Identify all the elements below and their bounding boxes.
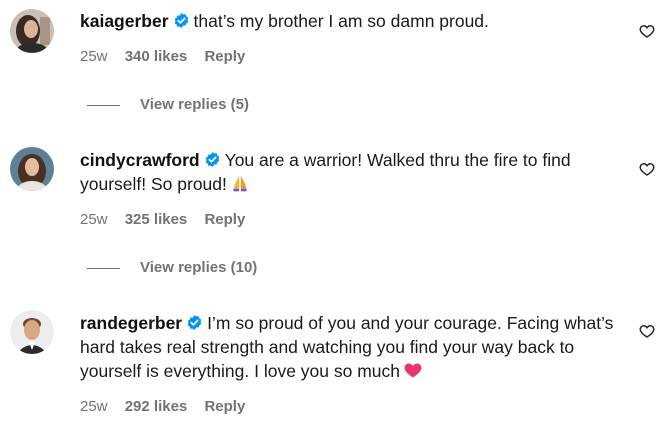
verified-badge-icon bbox=[174, 13, 188, 28]
comment-text: that’s my brother I am so damn proud. bbox=[193, 11, 489, 31]
view-replies-label: View replies (10) bbox=[140, 259, 258, 276]
heart-outline-icon[interactable] bbox=[639, 23, 655, 39]
comment-meta: 25w 340 likes Reply bbox=[80, 48, 258, 65]
divider-line bbox=[87, 104, 120, 106]
username[interactable]: cindycrawford bbox=[80, 150, 200, 170]
view-replies-button[interactable]: View replies (10) bbox=[87, 259, 257, 276]
pink-heart-emoji bbox=[404, 363, 422, 378]
verified-badge-icon bbox=[187, 315, 202, 330]
likes-count[interactable]: 325 likes bbox=[125, 211, 188, 228]
comment-time: 25w bbox=[80, 398, 108, 415]
view-replies-label: View replies (5) bbox=[140, 96, 249, 113]
avatar-kaiagerber-icon[interactable] bbox=[10, 9, 54, 53]
likes-count[interactable]: 292 likes bbox=[125, 398, 188, 415]
username[interactable]: kaiagerber bbox=[80, 11, 169, 31]
divider-line bbox=[87, 267, 120, 269]
reply-button[interactable]: Reply bbox=[204, 211, 245, 228]
heart-outline-icon[interactable] bbox=[639, 161, 655, 177]
reply-button[interactable]: Reply bbox=[204, 398, 245, 415]
avatar-cindycrawford-icon[interactable] bbox=[10, 147, 54, 191]
verified-badge-icon bbox=[205, 152, 219, 167]
likes-count[interactable]: 340 likes bbox=[125, 48, 188, 65]
view-replies-button[interactable]: View replies (5) bbox=[87, 96, 249, 113]
comment-meta: 25w 325 likes Reply bbox=[80, 211, 258, 228]
reply-button[interactable]: Reply bbox=[204, 48, 245, 65]
heart-outline-icon[interactable] bbox=[639, 323, 655, 339]
comment-time: 25w bbox=[80, 48, 108, 65]
avatar-randegerber-icon[interactable] bbox=[10, 310, 54, 354]
comment-body: cindycrawford You are a warrior! Walked t… bbox=[80, 148, 620, 196]
comment-meta: 25w 292 likes Reply bbox=[80, 398, 258, 415]
comment-body: kaiagerber that’s my brother I am so damn… bbox=[80, 9, 620, 33]
username[interactable]: randegerber bbox=[80, 313, 182, 333]
comment-time: 25w bbox=[80, 211, 108, 228]
comment-body: randegerber I’m so proud of you and your … bbox=[80, 311, 620, 383]
folded-hands-emoji bbox=[233, 175, 247, 192]
